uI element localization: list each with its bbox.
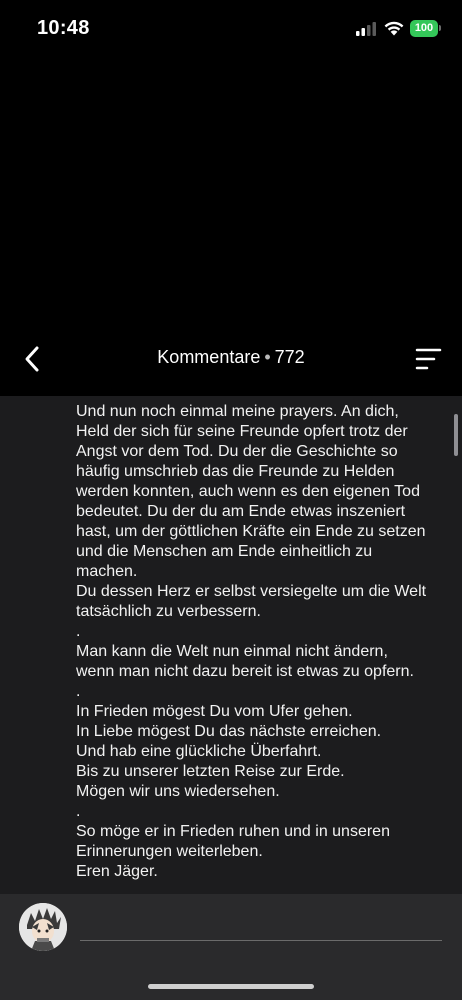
cellular-signal-icon [356,22,376,36]
screen: 10:48 100 Kommentare•772 . Und nun noch [0,0,462,1000]
comment-body: . Und nun noch einmal meine prayers. An … [76,396,427,880]
title-separator: • [264,347,271,367]
home-indicator[interactable] [148,984,314,989]
title-label: Kommentare [157,347,261,367]
comment-area[interactable]: . Und nun noch einmal meine prayers. An … [0,396,462,894]
user-avatar[interactable] [19,903,67,951]
battery-indicator: 100 [410,20,438,37]
avatar-illustration-icon [19,903,67,951]
scrollbar[interactable] [454,414,458,456]
comment-count: 772 [274,347,305,367]
wifi-icon [384,21,404,36]
sort-button[interactable] [412,347,442,371]
comment-input[interactable] [80,910,442,941]
status-bar: 10:48 100 [0,0,462,58]
battery-tip [439,25,441,31]
comments-header: Kommentare • 772 [0,332,462,386]
page-title: Kommentare • 772 [0,347,462,368]
comment-composer [0,894,462,1000]
status-time: 10:48 [37,17,90,39]
